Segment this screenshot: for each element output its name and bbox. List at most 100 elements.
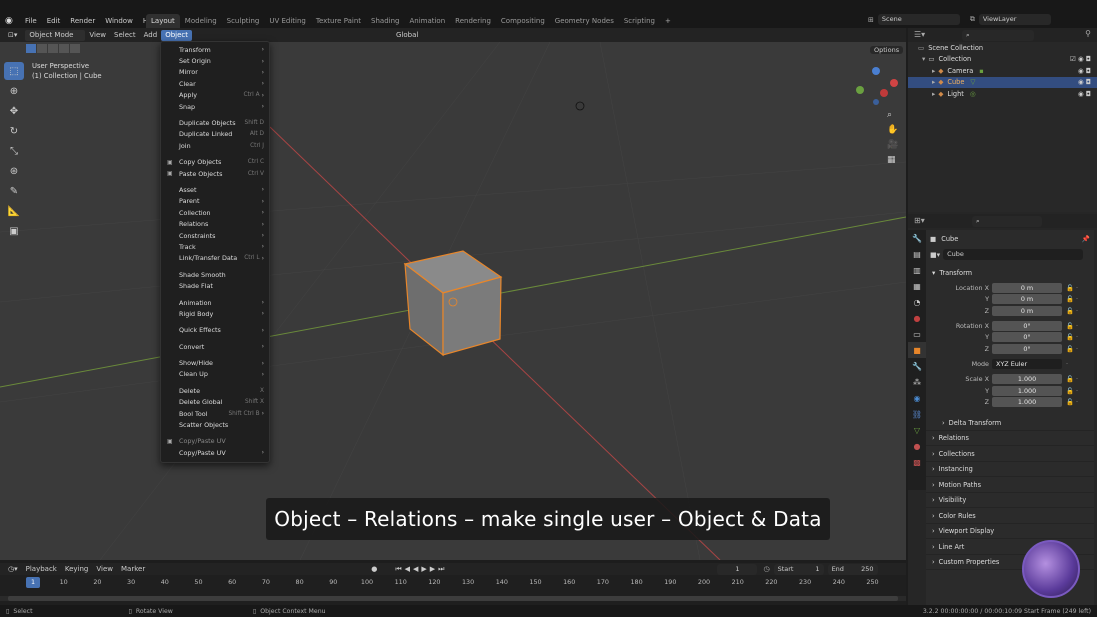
timeline-view-menu[interactable]: View	[92, 564, 117, 575]
object-tab-icon[interactable]: ■	[908, 342, 926, 358]
editor-type-icon[interactable]: ⊡▾	[4, 30, 21, 41]
location-y-field[interactable]: 0 m	[992, 294, 1062, 305]
menu-item-clean-up[interactable]: Clean Up ›	[161, 369, 269, 380]
tab-layout[interactable]: Layout	[146, 14, 180, 28]
scale-x-field[interactable]: 1.000	[992, 374, 1062, 385]
select-subtract-icon[interactable]	[48, 44, 58, 53]
collection-tab-icon[interactable]: ▭	[908, 326, 926, 342]
expand-arrow-icon[interactable]: ▾	[922, 55, 925, 63]
menu-item-track[interactable]: Track ›	[161, 241, 269, 252]
add-menu[interactable]: Add	[140, 30, 162, 41]
rotation-y-field[interactable]: 0°	[992, 332, 1062, 343]
pin-icon[interactable]: 📌	[1082, 235, 1090, 243]
current-frame-field[interactable]: 1	[717, 563, 758, 575]
expand-arrow-icon[interactable]: ▸	[932, 90, 935, 98]
menu-item-paste-objects[interactable]: ▣ Paste Objects Ctrl V	[161, 168, 269, 179]
constraints-tab-icon[interactable]: ⛓	[908, 406, 926, 422]
modifier-tab-icon[interactable]: 🔧	[908, 358, 926, 374]
object-menu[interactable]: Object	[161, 29, 192, 41]
rotation-mode-dropdown[interactable]: XYZ Euler	[992, 358, 1062, 369]
visibility-icons[interactable]: ◉ ◘	[1078, 78, 1091, 86]
zoom-icon[interactable]: ⌕	[887, 110, 898, 120]
menu-item-snap[interactable]: Snap ›	[161, 101, 269, 112]
outliner-item-light[interactable]: ▸ ◆ Light ◎ ◉ ◘	[908, 88, 1097, 100]
view-layer-field[interactable]: ViewLayer	[978, 14, 1051, 25]
menu-item-mirror[interactable]: Mirror ›	[161, 67, 269, 78]
tab-uv-editing[interactable]: UV Editing	[264, 14, 311, 28]
tab-shading[interactable]: Shading	[366, 14, 404, 28]
object-name-field[interactable]: Cube	[943, 249, 1084, 260]
section-relations[interactable]: › Relations	[926, 431, 1094, 447]
menu-file[interactable]: File	[20, 17, 42, 25]
lock-icon[interactable]: 🔓 ·	[1066, 333, 1078, 341]
playback-menu[interactable]: Playback	[22, 564, 61, 575]
add-workspace-icon[interactable]: +	[660, 14, 676, 28]
material-tab-icon[interactable]: ●	[908, 438, 926, 454]
scene-tab-icon[interactable]: ◔	[908, 294, 926, 310]
measure-icon[interactable]: 📐	[4, 202, 24, 220]
select-invert-icon[interactable]	[59, 44, 69, 53]
keying-menu[interactable]: Keying	[61, 564, 93, 575]
lock-icon[interactable]: 🔓 ·	[1066, 307, 1078, 315]
start-frame-field[interactable]: Start 1	[773, 563, 824, 575]
outliner-item-camera[interactable]: ▸ ◆ Camera ▪ ◉ ◘	[908, 65, 1097, 77]
tab-texture-paint[interactable]: Texture Paint	[311, 14, 366, 28]
menu-item-delete-global[interactable]: Delete Global Shift X	[161, 397, 269, 408]
menu-item-link-transfer-data[interactable]: Link/Transfer Data Ctrl L ›	[161, 253, 269, 264]
menu-item-clear[interactable]: Clear ›	[161, 78, 269, 89]
tab-sculpting[interactable]: Sculpting	[222, 14, 265, 28]
timeline-editor-icon[interactable]: ◷▾	[4, 564, 22, 575]
rotation-x-field[interactable]: 0°	[992, 321, 1062, 332]
menu-item-parent[interactable]: Parent ›	[161, 196, 269, 207]
tab-rendering[interactable]: Rendering	[450, 14, 496, 28]
section-visibility[interactable]: › Visibility	[926, 493, 1094, 509]
menu-item-join[interactable]: Join Ctrl J	[161, 140, 269, 151]
menu-item-transform[interactable]: Transform ›	[161, 44, 269, 55]
timeline-scrollbar[interactable]	[0, 596, 906, 601]
outliner-search-input[interactable]: ⌕	[962, 30, 1034, 41]
section-motion-paths[interactable]: › Motion Paths	[926, 477, 1094, 493]
tab-geometry-nodes[interactable]: Geometry Nodes	[550, 14, 619, 28]
expand-arrow-icon[interactable]: ▸	[932, 78, 935, 86]
section-delta-transform[interactable]: › Delta Transform	[926, 415, 1094, 431]
outliner-root[interactable]: ▭ Scene Collection	[908, 42, 1097, 54]
select-intersect-icon[interactable]	[70, 44, 80, 53]
view-layer-tab-icon[interactable]: ▦	[908, 278, 926, 294]
lock-icon[interactable]: 🔓 ·	[1066, 375, 1078, 383]
menu-item-bool-tool[interactable]: Bool Tool Shift Ctrl B ›	[161, 408, 269, 419]
visibility-icons[interactable]: ◉ ◘	[1078, 90, 1091, 98]
scale-icon[interactable]: ⤡	[4, 142, 24, 160]
menu-item-animation[interactable]: Animation ›	[161, 297, 269, 308]
mode-dropdown[interactable]: Object Mode	[25, 29, 86, 41]
options-button[interactable]: Options	[870, 45, 904, 56]
record-icon[interactable]: ●	[371, 565, 377, 573]
menu-edit[interactable]: Edit	[42, 17, 66, 25]
menu-item-copy-paste-uv[interactable]: Copy/Paste UV ›	[161, 447, 269, 458]
lock-icon[interactable]: 🔓 ·	[1066, 284, 1078, 292]
menu-item-collection[interactable]: Collection ›	[161, 207, 269, 218]
menu-item-show-hide[interactable]: Show/Hide ›	[161, 357, 269, 368]
menu-item-shade-flat[interactable]: Shade Flat	[161, 280, 269, 291]
menu-item-duplicate-linked[interactable]: Duplicate Linked Alt D	[161, 129, 269, 140]
current-frame-marker[interactable]: 1	[26, 577, 40, 588]
rotate-icon[interactable]: ↻	[4, 122, 24, 140]
properties-editor-icon[interactable]: ⊞▾	[914, 216, 925, 225]
select-extend-icon[interactable]	[37, 44, 47, 53]
expand-arrow-icon[interactable]: ▸	[932, 67, 935, 75]
timeline[interactable]: 1 10 20 30 40 50 60 70 80 90 100 110 120 130 140 150 160…	[0, 575, 906, 605]
texture-tab-icon[interactable]: ▩	[908, 454, 926, 470]
menu-item-convert[interactable]: Convert ›	[161, 341, 269, 352]
add-cube-icon[interactable]: ▣	[4, 222, 24, 240]
menu-item-set-origin[interactable]: Set Origin ›	[161, 55, 269, 66]
end-frame-field[interactable]: End 250	[827, 563, 878, 575]
outliner-editor-icon[interactable]: ☰▾	[914, 30, 925, 39]
section-viewport-display[interactable]: › Viewport Display	[926, 524, 1094, 540]
lock-icon[interactable]: 🔓 ·	[1066, 322, 1078, 330]
section-instancing[interactable]: › Instancing	[926, 462, 1094, 478]
move-icon[interactable]: ✥	[4, 102, 24, 120]
view-menu[interactable]: View	[85, 30, 110, 41]
section-color-rules[interactable]: › Color Rules	[926, 508, 1094, 524]
tool-tab-icon[interactable]: 🔧	[908, 230, 926, 246]
lock-icon[interactable]: 🔓 ·	[1066, 398, 1078, 406]
select-new-icon[interactable]	[26, 44, 36, 53]
